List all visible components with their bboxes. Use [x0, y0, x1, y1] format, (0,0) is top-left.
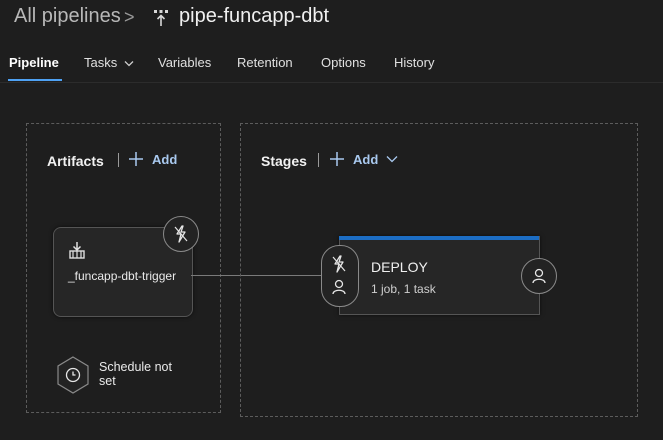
stage-summary[interactable]: 1 job, 1 task — [371, 282, 436, 296]
tab-bar-divider — [0, 82, 663, 83]
breadcrumb-separator: > — [124, 7, 135, 27]
add-artifact-label: Add — [152, 151, 178, 167]
tab-tasks-label: Tasks — [84, 55, 118, 70]
tab-tasks[interactable]: Tasks — [84, 55, 134, 70]
person-icon — [532, 268, 546, 284]
stage-accent-bar — [339, 236, 539, 240]
section-divider — [118, 153, 119, 167]
tab-pipeline[interactable]: Pipeline — [9, 55, 59, 70]
stage-name[interactable]: DEPLOY — [371, 259, 428, 275]
lightning-icon — [332, 255, 346, 273]
active-tab-indicator — [8, 79, 62, 81]
tab-history[interactable]: History — [394, 55, 434, 70]
pipeline-icon — [154, 10, 168, 26]
add-stage-label: Add — [353, 151, 379, 167]
lightning-icon — [174, 225, 188, 243]
tab-variables[interactable]: Variables — [158, 55, 211, 70]
stage-card-deploy[interactable] — [339, 236, 540, 315]
chevron-down-icon — [124, 61, 134, 67]
plus-icon — [129, 152, 143, 166]
post-deployment-conditions[interactable] — [521, 258, 557, 294]
breadcrumb-all-pipelines[interactable]: All pipelines — [14, 5, 121, 28]
page-title: pipe-funcapp-dbt — [179, 5, 330, 27]
add-artifact-button[interactable]: Add — [128, 151, 177, 167]
person-icon — [332, 279, 346, 295]
stages-title: Stages — [261, 153, 307, 169]
pre-deployment-conditions[interactable] — [321, 245, 359, 307]
add-stage-button[interactable]: Add — [329, 151, 398, 167]
section-divider — [318, 153, 319, 167]
plus-icon — [330, 152, 344, 166]
schedule-button[interactable] — [56, 356, 90, 394]
tab-retention[interactable]: Retention — [237, 55, 293, 70]
artifacts-title: Artifacts — [47, 153, 104, 169]
tab-options[interactable]: Options — [321, 55, 366, 70]
build-artifact-icon — [69, 242, 85, 259]
artifact-trigger-button[interactable] — [163, 216, 199, 252]
artifact-name[interactable]: _funcapp-dbt-trigger — [68, 269, 178, 284]
chevron-down-icon — [386, 156, 398, 163]
schedule-label[interactable]: Schedule not set — [99, 360, 179, 388]
